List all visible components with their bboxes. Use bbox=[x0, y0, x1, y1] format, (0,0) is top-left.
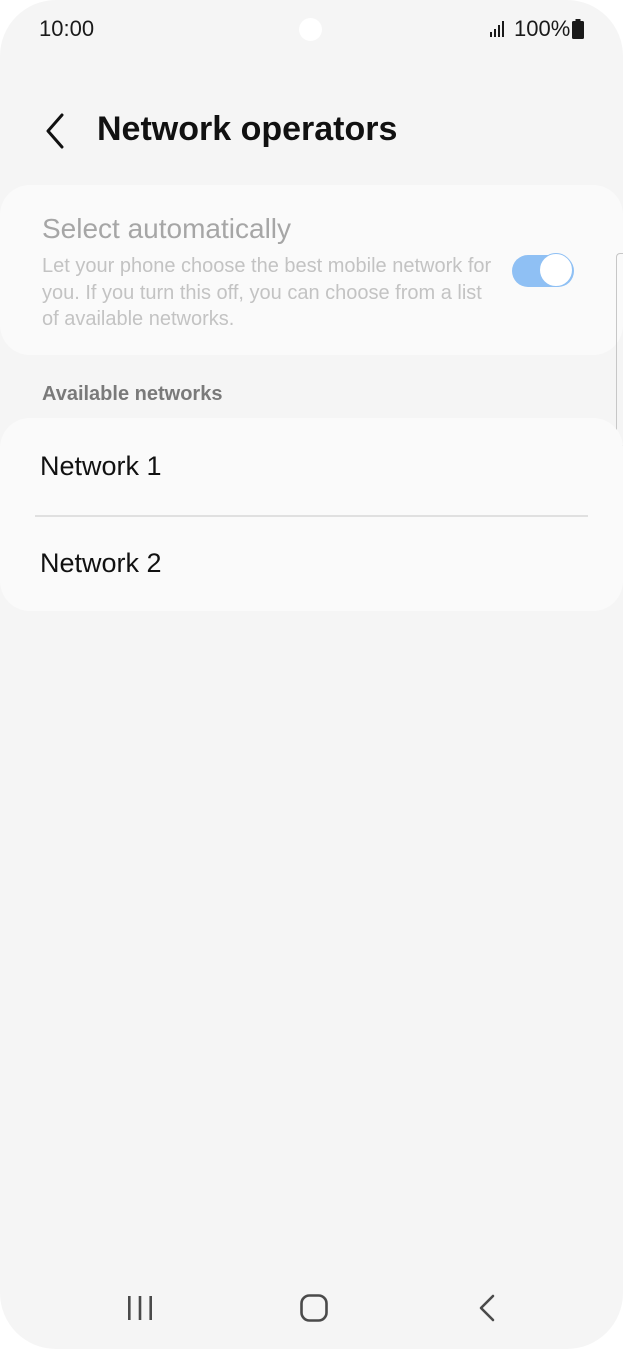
back-icon bbox=[479, 1294, 495, 1322]
select-automatically-toggle[interactable] bbox=[511, 252, 577, 290]
signal-icon bbox=[490, 21, 504, 37]
battery-icon bbox=[572, 19, 584, 39]
recents-button[interactable] bbox=[110, 1286, 170, 1330]
select-automatically-card[interactable]: Select automatically Let your phone choo… bbox=[0, 185, 623, 355]
recents-icon bbox=[128, 1296, 152, 1320]
back-arrow-icon bbox=[46, 113, 64, 149]
toggle-knob bbox=[539, 253, 573, 287]
status-bar: 10:00 100% bbox=[0, 0, 623, 60]
navigation-bar bbox=[0, 1270, 623, 1349]
network-item-label: Network 2 bbox=[40, 548, 162, 578]
network-item-label: Network 1 bbox=[40, 451, 162, 481]
select-automatically-description: Let your phone choose the best mobile ne… bbox=[42, 255, 492, 330]
page-title: Network operators bbox=[97, 110, 398, 148]
network-item[interactable]: Network 2 bbox=[0, 515, 623, 611]
status-time: 10:00 bbox=[39, 16, 95, 41]
home-icon bbox=[300, 1294, 328, 1322]
back-button[interactable] bbox=[30, 104, 80, 158]
home-button[interactable] bbox=[284, 1286, 344, 1330]
network-item[interactable]: Network 1 bbox=[0, 418, 623, 514]
battery-percent: 100% bbox=[514, 16, 571, 41]
phone-screen: 10:00 100% Network operators Select auto… bbox=[0, 0, 623, 1349]
available-networks-header: Available networks bbox=[42, 383, 223, 405]
camera-cutout bbox=[299, 18, 322, 41]
nav-back-button[interactable] bbox=[458, 1286, 518, 1330]
select-automatically-title: Select automatically bbox=[42, 213, 292, 244]
network-list: Network 1 Network 2 bbox=[0, 418, 623, 611]
